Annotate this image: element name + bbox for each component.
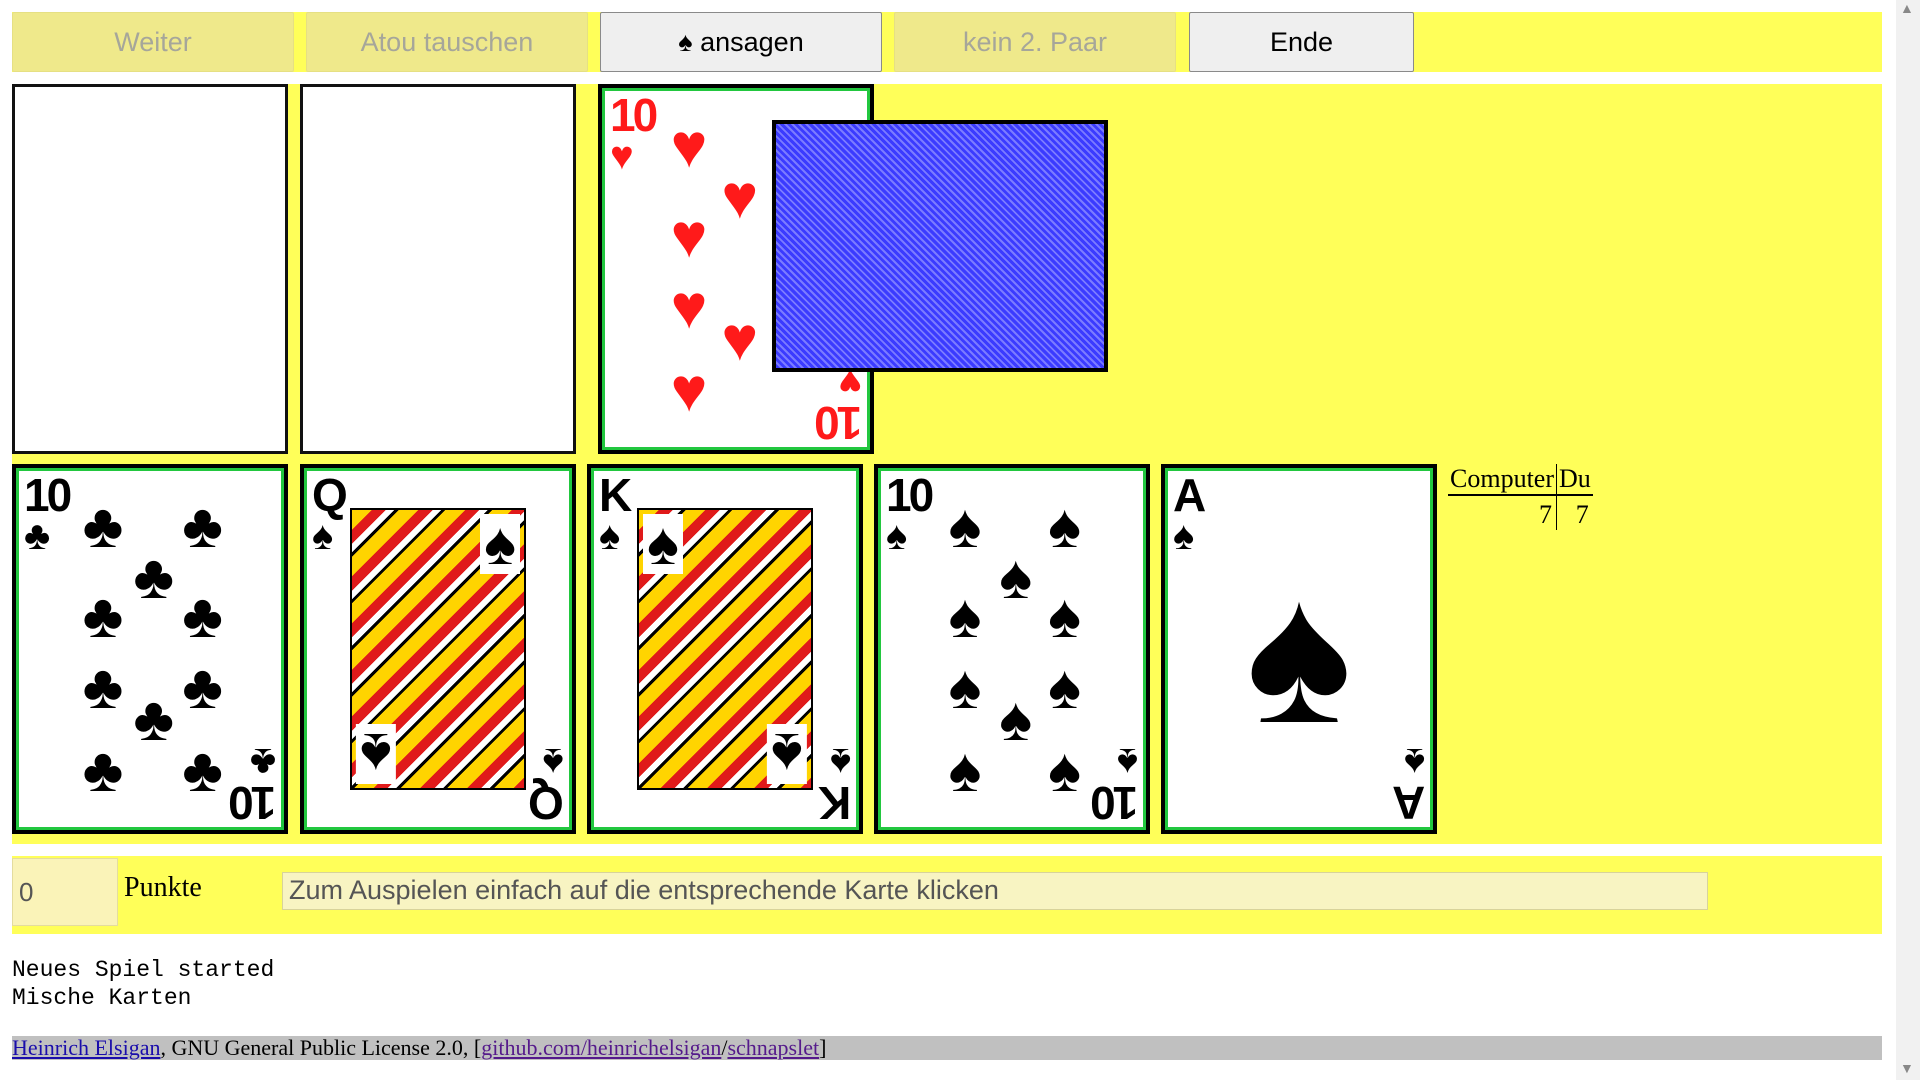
spade-icon: ♠ bbox=[948, 582, 982, 651]
heart-icon: ♥ bbox=[721, 164, 759, 233]
score-value-du: 7 bbox=[1575, 500, 1589, 529]
announce-spades-button[interactable]: ♠ ansagen bbox=[600, 12, 882, 72]
spade-icon: ♠ bbox=[643, 514, 683, 574]
club-icon: ♣ bbox=[133, 685, 175, 754]
spade-icon: ♠ bbox=[356, 721, 396, 787]
hand-card-4-pips: ♠ ♠ ♠ ♠ ♠ ♠ ♠ ♠ ♠ ♠ bbox=[918, 488, 1106, 810]
heart-icon: ♥ bbox=[721, 305, 759, 374]
spade-icon: ♠ bbox=[1048, 737, 1082, 806]
project-link[interactable]: schnapslet bbox=[727, 1035, 819, 1060]
hand-card-3-rank: K bbox=[599, 469, 632, 521]
heart-icon: ♥ bbox=[670, 112, 708, 181]
heart-icon: ♥ bbox=[670, 273, 708, 342]
toolbar: Weiter Atou tauschen ♠ ansagen kein 2. P… bbox=[12, 12, 1882, 72]
vertical-scrollbar[interactable]: ▲ ▼ bbox=[1896, 0, 1920, 1080]
author-link[interactable]: Heinrich Elsigan bbox=[12, 1035, 160, 1060]
log-line: Mische Karten bbox=[12, 985, 192, 1011]
end-button[interactable]: Ende bbox=[1189, 12, 1414, 72]
spade-icon: ♠ bbox=[1048, 492, 1082, 561]
hand-card-5-rank: A bbox=[1173, 469, 1206, 521]
hand-card-1-pips: ♣ ♣ ♣ ♣ ♣ ♣ ♣ ♣ ♣ ♣ bbox=[56, 488, 244, 810]
score-value-computer: 7 bbox=[1448, 495, 1557, 530]
spade-icon: ♠ bbox=[999, 544, 1033, 613]
club-icon: ♣ bbox=[182, 582, 223, 651]
spade-icon: ♠ bbox=[312, 514, 334, 558]
deck-card-back[interactable] bbox=[772, 120, 1108, 372]
game-log: Neues Spiel started Mische Karten bbox=[12, 956, 274, 1012]
spade-icon: ♠ bbox=[948, 492, 982, 561]
scroll-up-icon[interactable]: ▲ bbox=[1900, 2, 1914, 18]
club-icon: ♣ bbox=[82, 737, 124, 806]
status-bar: 0 Punkte Zum Auspielen einfach auf die e… bbox=[12, 856, 1882, 934]
hand-card-4[interactable]: 10 ♠ ♠ ♠ ♠ ♠ ♠ ♠ ♠ ♠ ♠ ♠ 10 ♠ bbox=[874, 464, 1150, 834]
scroll-down-icon[interactable]: ▼ bbox=[1900, 1062, 1914, 1078]
status-message[interactable]: Zum Auspielen einfach auf die entspreche… bbox=[282, 872, 1708, 910]
no-second-pair-button[interactable]: kein 2. Paar bbox=[894, 12, 1176, 72]
game-window: Weiter Atou tauschen ♠ ansagen kein 2. P… bbox=[0, 0, 1920, 1080]
played-card-slot-2[interactable] bbox=[300, 84, 576, 454]
spade-icon: ♠ bbox=[948, 737, 982, 806]
hand-card-2[interactable]: Q ♠ ♠ ♠ Q ♠ bbox=[300, 464, 576, 834]
queen-portrait: ♠ ♠ bbox=[350, 508, 526, 790]
club-icon: ♣ bbox=[82, 653, 124, 722]
club-icon: ♣ bbox=[182, 737, 223, 806]
hand-card-3[interactable]: K ♠ ♠ ♠ K ♠ bbox=[587, 464, 863, 834]
score-header-du: Du bbox=[1556, 464, 1593, 496]
club-icon: ♣ bbox=[82, 492, 124, 561]
hand-card-5[interactable]: A ♠ ♠ A ♠ bbox=[1161, 464, 1437, 834]
spade-icon: ♠ bbox=[1048, 582, 1082, 651]
card-table: 10 ♥ ♥ ♥ ♥ ♥ ♥ ♥ 10 ♥ 10 ♣ ♣ ♣ ♣ ♣ ♣ ♣ ♣… bbox=[12, 84, 1882, 844]
score-table: Computer Du 7 7 bbox=[1448, 464, 1593, 530]
spade-icon: ♠ bbox=[480, 514, 520, 574]
footer: Heinrich Elsigan, GNU General Public Lic… bbox=[12, 1036, 1882, 1060]
spade-icon: ♠ bbox=[599, 514, 621, 558]
club-icon: ♣ bbox=[82, 582, 124, 651]
spade-icon: ♠ bbox=[767, 721, 807, 787]
heart-icon: ♥ bbox=[670, 202, 708, 271]
club-icon: ♣ bbox=[133, 544, 175, 613]
points-field[interactable]: 0 bbox=[12, 858, 118, 926]
club-icon: ♣ bbox=[182, 492, 223, 561]
hand-card-2-rank: Q bbox=[312, 469, 348, 521]
spade-icon: ♠ bbox=[1245, 545, 1353, 767]
swap-trump-button[interactable]: Atou tauschen bbox=[306, 12, 588, 72]
heart-icon: ♥ bbox=[670, 357, 708, 426]
king-portrait: ♠ ♠ bbox=[637, 508, 813, 790]
log-line: Neues Spiel started bbox=[12, 957, 275, 983]
club-icon: ♣ bbox=[182, 653, 223, 722]
hand-card-1[interactable]: 10 ♣ ♣ ♣ ♣ ♣ ♣ ♣ ♣ ♣ ♣ ♣ 10 ♣ bbox=[12, 464, 288, 834]
spade-icon: ♠ bbox=[1048, 653, 1082, 722]
spade-icon: ♠ bbox=[1173, 514, 1195, 558]
repo-link[interactable]: github.com/heinrichelsigan bbox=[481, 1035, 721, 1060]
spade-icon: ♠ bbox=[948, 653, 982, 722]
spade-icon: ♠ bbox=[999, 685, 1033, 754]
license-text: , GNU General Public License 2.0, [ bbox=[160, 1035, 482, 1060]
played-card-slot-1[interactable] bbox=[12, 84, 288, 454]
score-header-computer: Computer bbox=[1448, 464, 1557, 496]
continue-button[interactable]: Weiter bbox=[12, 12, 294, 72]
trump-card-corner-bottom: 10 ♥ bbox=[816, 360, 862, 449]
points-label: Punkte bbox=[124, 872, 202, 903]
bracket-close: ] bbox=[819, 1035, 827, 1060]
